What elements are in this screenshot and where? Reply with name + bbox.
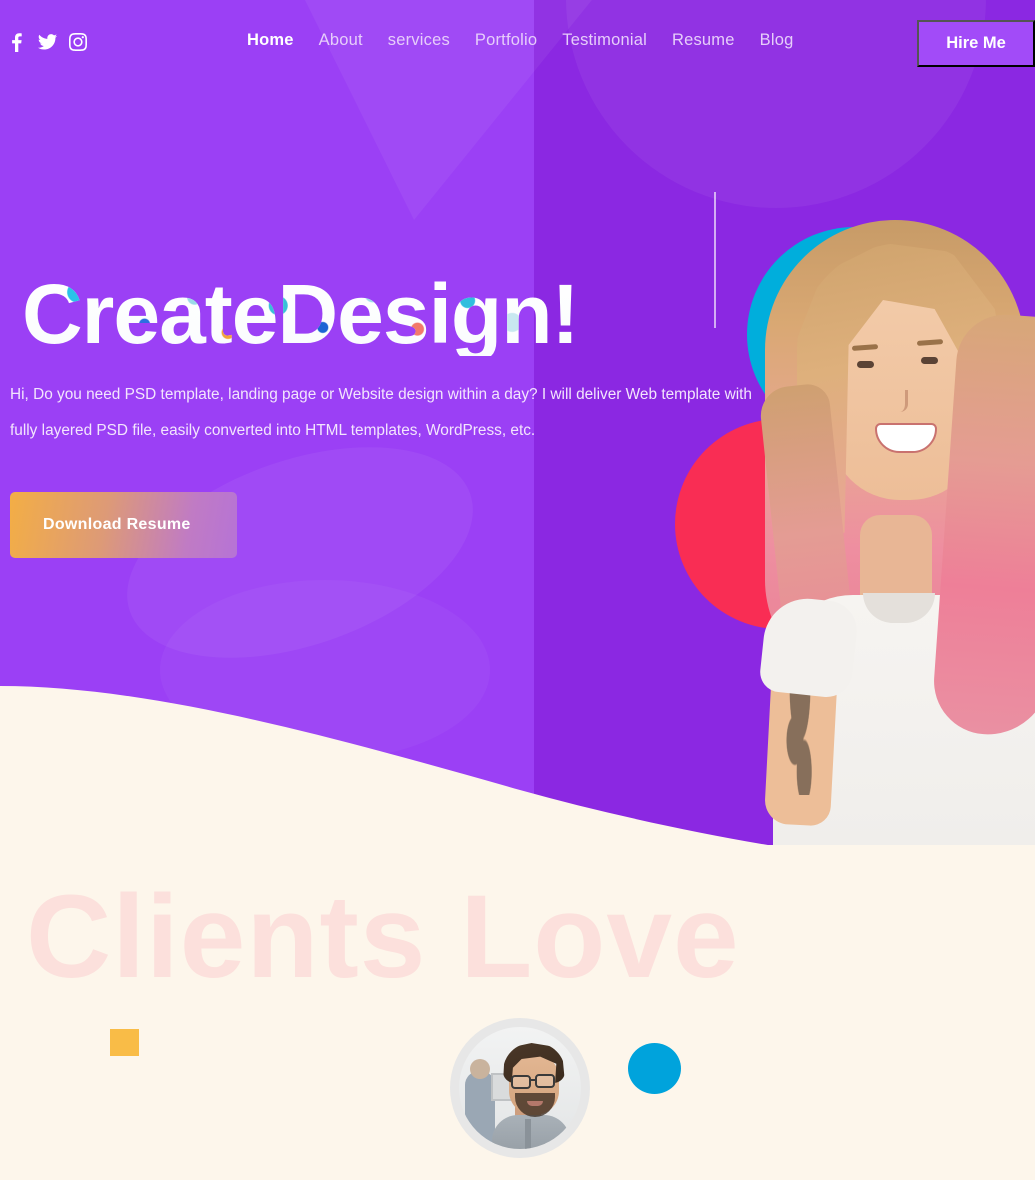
nav-item-portfolio[interactable]: Portfolio [475,31,537,50]
decorative-circle-blue [628,1043,681,1094]
section-watermark-title: Clients Love [26,871,740,1003]
page-title: CreateDesign! [22,267,579,362]
portrait-eye-right [921,357,938,364]
avatar-glasses-right-lens [535,1074,555,1088]
section-wave-divider [0,686,1035,890]
avatar-glasses-bridge [530,1079,536,1081]
page-stage: CreateDesign! Hi, Do you need PSD templa… [0,0,1035,1180]
nav-item-about[interactable]: About [319,31,363,50]
nav-item-testimonial[interactable]: Testimonial [562,31,647,50]
hire-me-button[interactable]: Hire Me [917,20,1035,67]
portrait-nose [895,390,908,412]
headline-divider-rule [714,192,716,328]
twitter-icon[interactable] [37,31,57,53]
testimonial-avatar[interactable] [450,1018,590,1158]
avatar-background-person-head [470,1059,490,1079]
nav-item-resume[interactable]: Resume [672,31,735,50]
facebook-icon[interactable] [6,31,26,53]
portrait-eye-left [857,361,874,368]
instagram-icon[interactable] [68,31,88,53]
main-navigation: Home About services Portfolio Testimonia… [247,31,793,50]
download-resume-button[interactable]: Download Resume [10,492,237,558]
nav-item-services[interactable]: services [388,31,450,50]
nav-item-home[interactable]: Home [247,31,294,50]
avatar-mouth [527,1101,543,1106]
avatar-shirt-placket [525,1119,531,1149]
decorative-square-orange [110,1029,139,1056]
avatar-shirt [492,1115,570,1149]
nav-item-blog[interactable]: Blog [760,31,794,50]
avatar-image [459,1027,581,1149]
social-links [6,31,88,53]
avatar-glasses-left-lens [511,1075,531,1089]
site-header: Home About services Portfolio Testimonia… [0,0,1035,87]
hero-description: Hi, Do you need PSD template, landing pa… [10,386,752,440]
